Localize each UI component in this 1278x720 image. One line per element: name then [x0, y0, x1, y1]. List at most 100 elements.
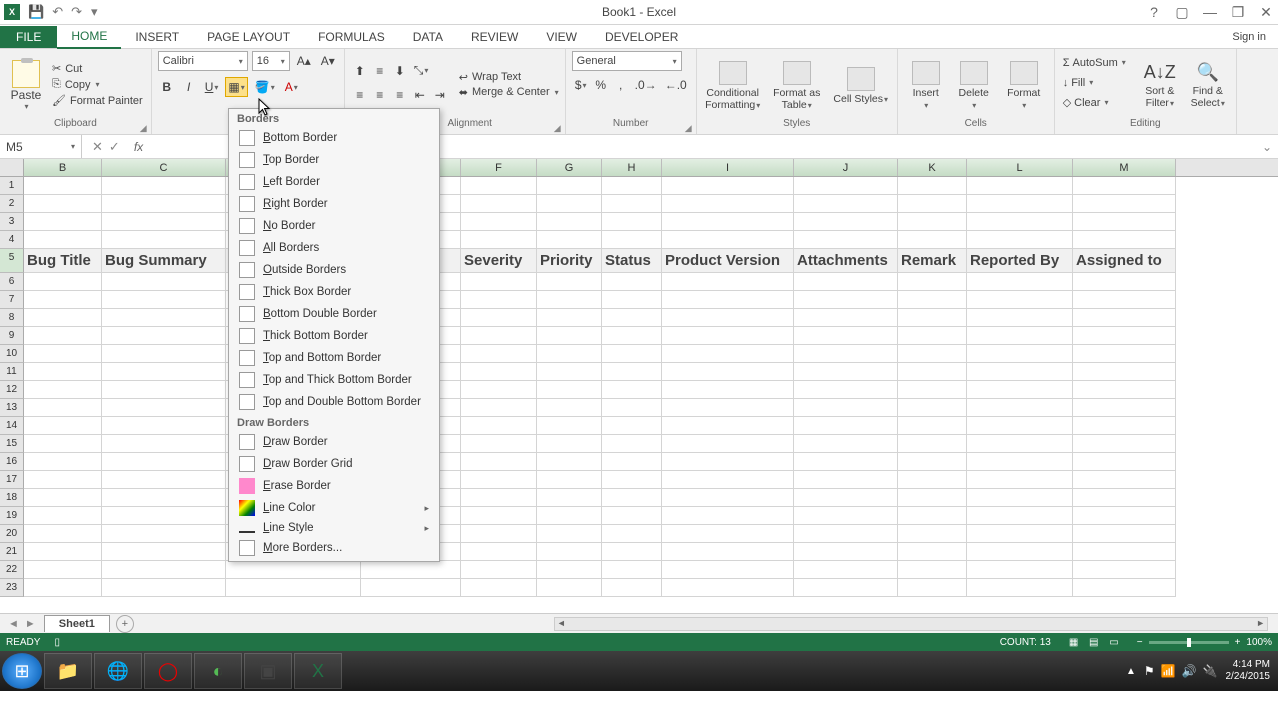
- cell[interactable]: [967, 417, 1073, 435]
- alignment-dialog-icon[interactable]: ◢: [554, 123, 561, 134]
- border-menu-item[interactable]: Bottom Double Border: [229, 303, 439, 325]
- border-menu-item[interactable]: Thick Box Border: [229, 281, 439, 303]
- horizontal-scrollbar[interactable]: [554, 617, 1268, 631]
- cell[interactable]: [537, 471, 602, 489]
- cell[interactable]: [24, 231, 102, 249]
- column-header[interactable]: L: [967, 159, 1073, 176]
- cell[interactable]: [602, 273, 662, 291]
- cell[interactable]: [794, 543, 898, 561]
- column-header[interactable]: K: [898, 159, 967, 176]
- cell[interactable]: [898, 399, 967, 417]
- borders-button[interactable]: ▦▾: [225, 77, 247, 97]
- border-menu-item[interactable]: Draw Border Grid: [229, 453, 439, 475]
- sheet-tab[interactable]: Sheet1: [44, 615, 110, 632]
- cell[interactable]: [24, 525, 102, 543]
- row-header[interactable]: 12: [0, 381, 24, 399]
- cell[interactable]: [967, 489, 1073, 507]
- cell[interactable]: [662, 435, 794, 453]
- cell[interactable]: [794, 471, 898, 489]
- cell[interactable]: [461, 507, 537, 525]
- cell[interactable]: [898, 213, 967, 231]
- cell[interactable]: [602, 291, 662, 309]
- cell[interactable]: [662, 231, 794, 249]
- cell[interactable]: [1073, 543, 1176, 561]
- cell[interactable]: [662, 561, 794, 579]
- cell[interactable]: [662, 471, 794, 489]
- wrap-text-button[interactable]: ↩Wrap Text: [459, 71, 559, 84]
- cell[interactable]: [24, 345, 102, 363]
- tray-show-hidden-icon[interactable]: ▲: [1126, 666, 1136, 677]
- row-header[interactable]: 6: [0, 273, 24, 291]
- tab-formulas[interactable]: FORMULAS: [304, 26, 399, 48]
- cell[interactable]: [102, 291, 226, 309]
- cell[interactable]: [967, 471, 1073, 489]
- border-menu-item[interactable]: Right Border: [229, 193, 439, 215]
- cell[interactable]: [662, 543, 794, 561]
- border-menu-item[interactable]: Top Border: [229, 149, 439, 171]
- cell[interactable]: Bug Summary: [102, 249, 226, 273]
- font-size-select[interactable]: 16▾: [252, 51, 290, 71]
- cell[interactable]: [898, 231, 967, 249]
- cell[interactable]: [461, 273, 537, 291]
- find-select-button[interactable]: 🔍Find & Select▾: [1186, 60, 1230, 109]
- cell[interactable]: [102, 399, 226, 417]
- sheet-nav-prev-icon[interactable]: ◄: [8, 618, 19, 630]
- cell[interactable]: [602, 381, 662, 399]
- decrease-decimal-button[interactable]: ←.0: [662, 75, 690, 95]
- format-cells-button[interactable]: Format▾: [1000, 59, 1048, 111]
- cell[interactable]: [794, 195, 898, 213]
- cell[interactable]: [967, 525, 1073, 543]
- name-box[interactable]: M5▾: [0, 135, 82, 158]
- cell[interactable]: [102, 345, 226, 363]
- fx-icon[interactable]: fx: [130, 140, 147, 154]
- cell[interactable]: [1073, 579, 1176, 597]
- cell[interactable]: [1073, 177, 1176, 195]
- row-header[interactable]: 13: [0, 399, 24, 417]
- cell[interactable]: [361, 561, 461, 579]
- cell[interactable]: [602, 363, 662, 381]
- cell[interactable]: [662, 291, 794, 309]
- cell[interactable]: [537, 579, 602, 597]
- cell[interactable]: [24, 489, 102, 507]
- cell[interactable]: [537, 543, 602, 561]
- add-sheet-button[interactable]: +: [116, 615, 134, 633]
- row-header[interactable]: 14: [0, 417, 24, 435]
- cell[interactable]: [794, 507, 898, 525]
- cell[interactable]: [794, 399, 898, 417]
- tab-data[interactable]: DATA: [399, 26, 457, 48]
- cell[interactable]: [1073, 525, 1176, 543]
- cell[interactable]: [898, 363, 967, 381]
- cell[interactable]: [102, 471, 226, 489]
- cell[interactable]: [102, 195, 226, 213]
- align-bottom-button[interactable]: ⬇: [391, 61, 409, 81]
- tab-file[interactable]: FILE: [0, 26, 57, 48]
- cell[interactable]: [898, 177, 967, 195]
- cell[interactable]: [898, 195, 967, 213]
- cell[interactable]: [537, 381, 602, 399]
- cell[interactable]: [24, 579, 102, 597]
- cell[interactable]: [967, 381, 1073, 399]
- zoom-out-icon[interactable]: −: [1137, 637, 1143, 648]
- cell[interactable]: [794, 327, 898, 345]
- cell[interactable]: [537, 435, 602, 453]
- currency-button[interactable]: $▾: [572, 75, 590, 95]
- tray-power-icon[interactable]: 🔌: [1203, 664, 1218, 678]
- column-header[interactable]: I: [662, 159, 794, 176]
- page-break-view-icon[interactable]: ▭: [1105, 637, 1122, 648]
- column-header[interactable]: J: [794, 159, 898, 176]
- cell[interactable]: [898, 453, 967, 471]
- cell[interactable]: [24, 543, 102, 561]
- cell[interactable]: [461, 345, 537, 363]
- close-icon[interactable]: ✕: [1254, 4, 1278, 21]
- cell[interactable]: [898, 345, 967, 363]
- tab-page-layout[interactable]: PAGE LAYOUT: [193, 26, 304, 48]
- cell[interactable]: [24, 381, 102, 399]
- cell[interactable]: [794, 345, 898, 363]
- cell[interactable]: [537, 525, 602, 543]
- insert-cells-button[interactable]: Insert▾: [904, 59, 948, 111]
- cell[interactable]: [967, 177, 1073, 195]
- cell[interactable]: [602, 327, 662, 345]
- align-top-button[interactable]: ⬆: [351, 61, 369, 81]
- row-header[interactable]: 7: [0, 291, 24, 309]
- cell[interactable]: [102, 327, 226, 345]
